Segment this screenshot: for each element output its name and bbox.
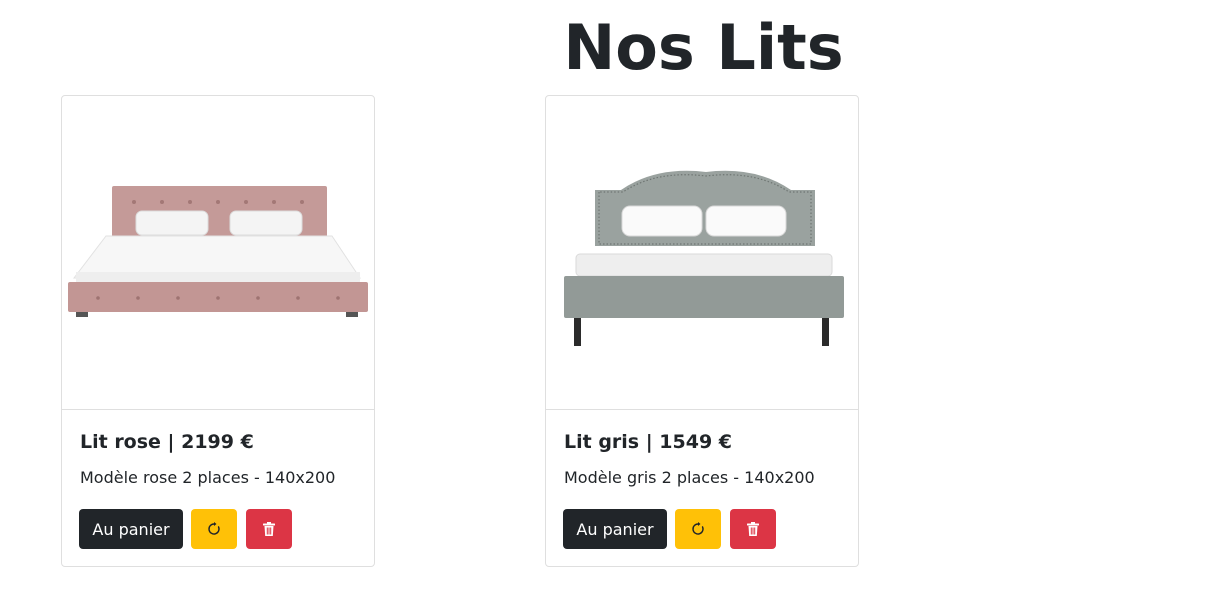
page: Nos Lits Lit rose | 2199 € Modèle rose 2…: [0, 0, 1207, 591]
product-card: Lit rose | 2199 € Modèle rose 2 places -…: [61, 95, 375, 567]
delete-button[interactable]: [730, 509, 776, 549]
trash-icon: [261, 521, 277, 537]
product-description: Modèle gris 2 places - 140x200: [564, 468, 815, 487]
product-image-gray-bed[interactable]: [546, 96, 858, 410]
refresh-icon: [690, 521, 706, 537]
trash-icon: [745, 521, 761, 537]
add-to-cart-button[interactable]: Au panier: [79, 509, 183, 549]
refresh-button[interactable]: [675, 509, 721, 549]
refresh-icon: [206, 521, 222, 537]
product-title: Lit gris | 1549 €: [564, 431, 732, 453]
page-title: Nos Lits: [563, 11, 844, 84]
product-title: Lit rose | 2199 €: [80, 431, 254, 453]
delete-button[interactable]: [246, 509, 292, 549]
product-card: Lit gris | 1549 € Modèle gris 2 places -…: [545, 95, 859, 567]
product-description: Modèle rose 2 places - 140x200: [80, 468, 336, 487]
product-image-pink-bed[interactable]: [62, 96, 374, 410]
refresh-button[interactable]: [191, 509, 237, 549]
add-to-cart-button[interactable]: Au panier: [563, 509, 667, 549]
